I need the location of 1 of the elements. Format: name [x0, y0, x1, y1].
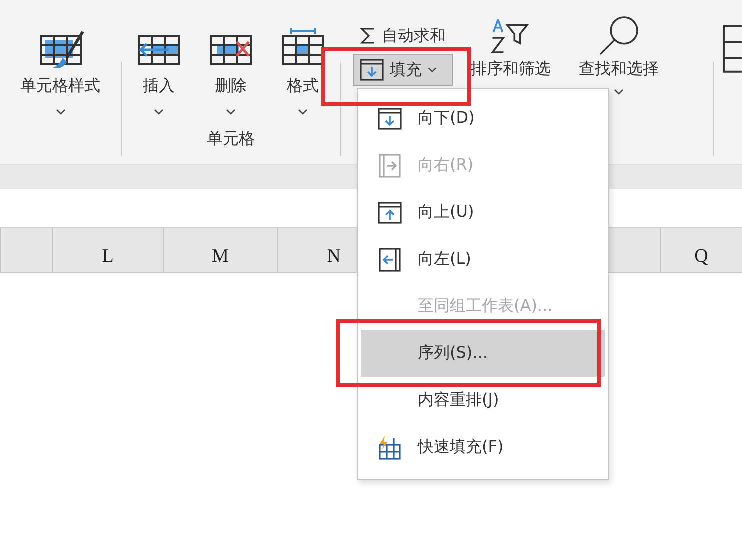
group-label: 单元格 [207, 129, 256, 150]
